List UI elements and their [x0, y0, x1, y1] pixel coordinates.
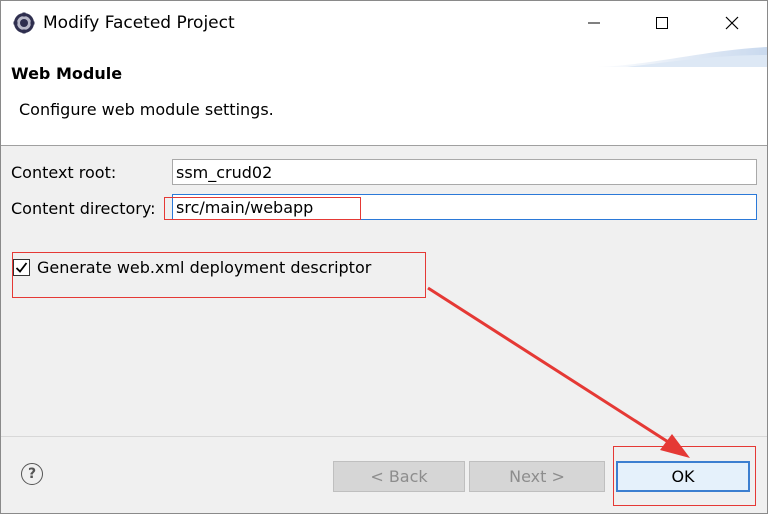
- content-directory-field[interactable]: [172, 194, 757, 220]
- eclipse-gear-icon: [13, 12, 35, 34]
- generate-descriptor-checkbox[interactable]: [13, 259, 30, 276]
- ok-button[interactable]: OK: [616, 461, 750, 492]
- help-icon[interactable]: ?: [21, 463, 43, 485]
- button-bar: ? < Back Next > OK: [1, 436, 767, 513]
- back-button[interactable]: < Back: [333, 461, 465, 492]
- context-root-label: Context root:: [11, 163, 117, 182]
- dialog-window: Modify Faceted Project Web Module Config…: [0, 0, 768, 514]
- maximize-button[interactable]: [639, 1, 685, 45]
- generate-descriptor-label: Generate web.xml deployment descriptor: [37, 258, 372, 277]
- minimize-button[interactable]: [571, 1, 617, 45]
- wizard-header: Web Module Configure web module settings…: [1, 45, 767, 146]
- close-icon: [725, 16, 739, 30]
- context-root-field[interactable]: [172, 159, 757, 185]
- maximize-icon: [656, 17, 668, 29]
- title-bar: Modify Faceted Project: [1, 1, 767, 45]
- header-banner-graphic: [587, 47, 767, 67]
- wizard-content: Context root: Content directory: Generat…: [1, 146, 767, 436]
- checkmark-icon: [15, 262, 28, 273]
- page-title: Web Module: [11, 64, 123, 83]
- window-title: Modify Faceted Project: [43, 13, 235, 33]
- page-description: Configure web module settings.: [19, 100, 274, 119]
- content-directory-label: Content directory:: [11, 199, 156, 218]
- minimize-icon: [588, 22, 600, 24]
- close-button[interactable]: [709, 1, 755, 45]
- next-button[interactable]: Next >: [469, 461, 605, 492]
